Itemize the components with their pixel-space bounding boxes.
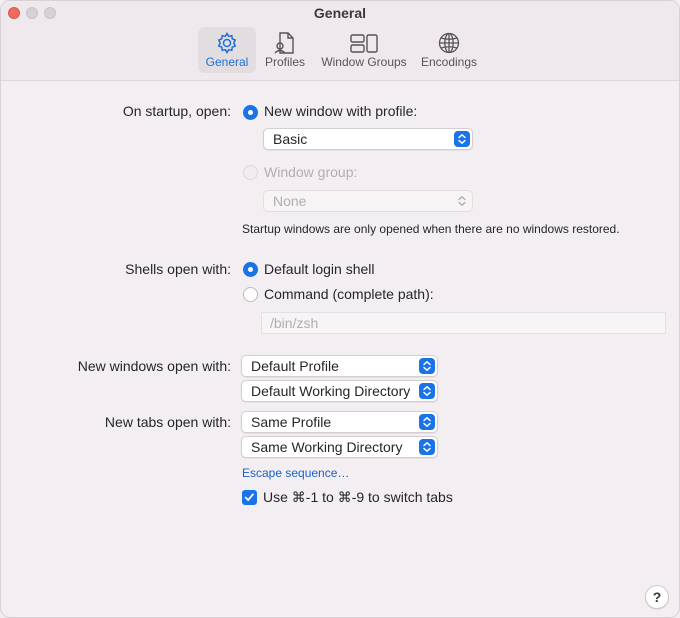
- stepper-icon: [419, 414, 435, 430]
- command-path-input[interactable]: /bin/zsh: [261, 312, 666, 334]
- preferences-window: General General Profiles Window Groups E…: [0, 0, 680, 618]
- radio-default-shell-label: Default login shell: [264, 261, 375, 277]
- new-tabs-label: New tabs open with:: [104, 414, 231, 430]
- new-windows-profile-value: Default Profile: [251, 358, 339, 374]
- new-windows-directory-value: Default Working Directory: [251, 383, 411, 399]
- tab-encodings[interactable]: Encodings: [417, 27, 481, 73]
- stepper-icon: [454, 193, 470, 209]
- new-tabs-profile-value: Same Profile: [251, 414, 332, 430]
- tab-encodings-label: Encodings: [420, 55, 478, 69]
- shells-label: Shells open with:: [125, 261, 231, 277]
- profile-document-icon: [274, 32, 294, 54]
- tab-profiles[interactable]: Profiles: [260, 27, 310, 73]
- tab-general-label: General: [205, 55, 249, 69]
- new-windows-profile-select[interactable]: Default Profile: [241, 355, 438, 377]
- window-title: General: [313, 5, 367, 21]
- radio-default-shell[interactable]: [243, 262, 258, 277]
- tab-general[interactable]: General: [198, 27, 256, 73]
- startup-profile-select[interactable]: Basic: [263, 128, 473, 150]
- tab-window-groups-label: Window Groups: [321, 55, 407, 69]
- stepper-icon: [454, 131, 470, 147]
- startup-label: On startup, open:: [122, 103, 231, 119]
- stepper-icon: [419, 439, 435, 455]
- tab-window-groups[interactable]: Window Groups: [318, 27, 410, 73]
- startup-profile-select-value: Basic: [273, 131, 308, 147]
- radio-command-label: Command (complete path):: [264, 286, 434, 302]
- radio-window-group-label: Window group:: [264, 164, 358, 180]
- new-tabs-profile-select[interactable]: Same Profile: [241, 411, 438, 433]
- gear-icon: [217, 31, 237, 55]
- new-windows-directory-select[interactable]: Default Working Directory: [241, 380, 438, 402]
- switch-tabs-checkbox[interactable]: [242, 490, 257, 505]
- new-windows-label: New windows open with:: [77, 358, 231, 374]
- checkmark-icon: [244, 493, 254, 501]
- startup-group-select-value: None: [273, 193, 307, 209]
- radio-command[interactable]: [243, 287, 258, 302]
- window-groups-icon: [350, 34, 378, 53]
- radio-new-window-label: New window with profile:: [264, 103, 418, 119]
- startup-group-select[interactable]: None: [263, 190, 473, 212]
- switch-tabs-label: Use ⌘-1 to ⌘-9 to switch tabs: [263, 489, 453, 505]
- help-button[interactable]: ?: [645, 585, 669, 609]
- escape-sequence-link[interactable]: Escape sequence…: [242, 466, 349, 480]
- stepper-icon: [419, 383, 435, 399]
- stepper-icon: [419, 358, 435, 374]
- startup-note: Startup windows are only opened when the…: [242, 222, 620, 236]
- radio-new-window[interactable]: [243, 105, 258, 120]
- new-tabs-directory-select[interactable]: Same Working Directory: [241, 436, 438, 458]
- radio-window-group[interactable]: [243, 165, 258, 180]
- globe-icon: [438, 32, 460, 54]
- titlebar: General General Profiles Window Groups E…: [1, 1, 679, 81]
- new-tabs-directory-value: Same Working Directory: [251, 439, 403, 455]
- tab-profiles-label: Profiles: [264, 55, 305, 69]
